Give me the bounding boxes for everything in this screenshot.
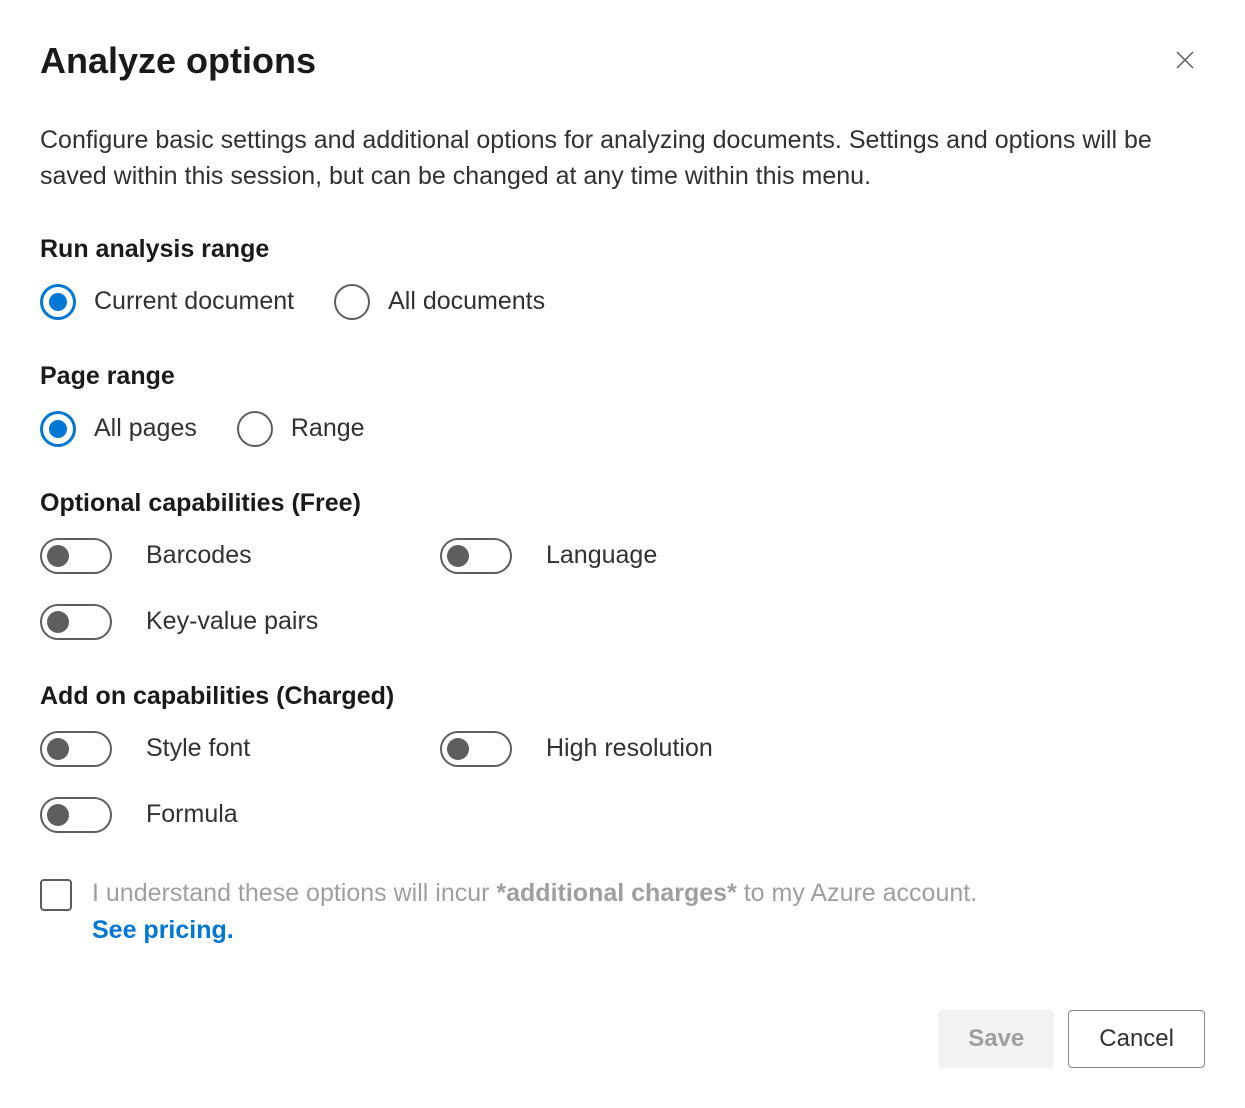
toggle-label: Key-value pairs [146, 607, 318, 636]
radio-current-document[interactable]: Current document [40, 284, 294, 320]
dialog-description: Configure basic settings and additional … [40, 122, 1205, 195]
toggle-language[interactable] [440, 538, 512, 574]
radio-icon [40, 284, 76, 320]
see-pricing-link[interactable]: See pricing. [92, 916, 234, 944]
radio-range[interactable]: Range [237, 411, 365, 447]
toggle-key-value-pairs[interactable] [40, 604, 112, 640]
analysis-range-heading: Run analysis range [40, 235, 1205, 264]
radio-all-pages[interactable]: All pages [40, 411, 197, 447]
toggle-label: Formula [146, 800, 238, 829]
dialog-title: Analyze options [40, 40, 316, 82]
page-range-group: All pages Range [40, 411, 1205, 447]
toggle-label: Style font [146, 734, 250, 763]
toggle-label: High resolution [546, 734, 713, 763]
addon-capabilities-row: Style font High resolution Formula [40, 731, 1205, 833]
radio-label: All documents [388, 287, 545, 316]
toggle-label: Language [546, 541, 657, 570]
addon-capabilities-heading: Add on capabilities (Charged) [40, 682, 1205, 711]
close-button[interactable] [1165, 40, 1205, 80]
save-button[interactable]: Save [938, 1010, 1054, 1068]
radio-icon [40, 411, 76, 447]
consent-checkbox[interactable] [40, 879, 72, 911]
toggle-high-resolution[interactable] [440, 731, 512, 767]
consent-text: I understand these options will incur *a… [92, 875, 977, 950]
toggle-label: Barcodes [146, 541, 252, 570]
radio-icon [334, 284, 370, 320]
optional-capabilities-row: Barcodes Language Key-value pairs [40, 538, 1205, 640]
page-range-heading: Page range [40, 362, 1205, 391]
toggle-formula[interactable] [40, 797, 112, 833]
dialog-footer: Save Cancel [40, 1010, 1205, 1068]
radio-icon [237, 411, 273, 447]
toggle-style-font[interactable] [40, 731, 112, 767]
radio-all-documents[interactable]: All documents [334, 284, 545, 320]
radio-label: Current document [94, 287, 294, 316]
toggle-barcodes[interactable] [40, 538, 112, 574]
radio-label: Range [291, 414, 365, 443]
cancel-button[interactable]: Cancel [1068, 1010, 1205, 1068]
analysis-range-group: Current document All documents [40, 284, 1205, 320]
radio-label: All pages [94, 414, 197, 443]
optional-capabilities-heading: Optional capabilities (Free) [40, 489, 1205, 518]
close-icon [1173, 48, 1197, 72]
